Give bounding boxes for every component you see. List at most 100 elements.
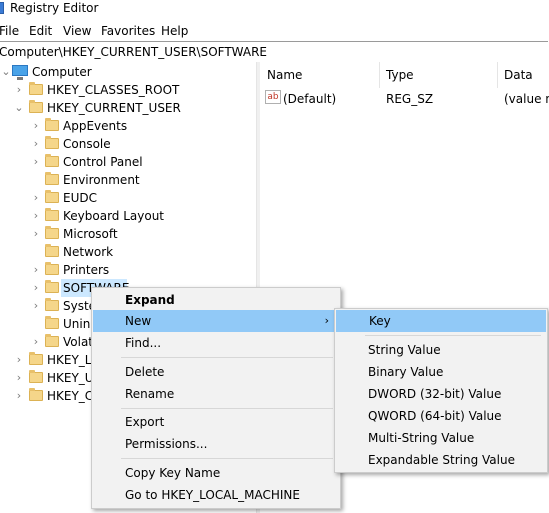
- column-divider[interactable]: [497, 62, 498, 88]
- chevron-right-icon[interactable]: ›: [31, 333, 41, 351]
- tree-label: HKEY_U: [47, 371, 94, 385]
- tree-item-network[interactable]: Network: [0, 243, 256, 261]
- menu-item-find[interactable]: Find...: [92, 332, 340, 354]
- tree-item-console[interactable]: › Console: [0, 135, 256, 153]
- chevron-right-icon[interactable]: ›: [14, 351, 24, 369]
- chevron-right-icon[interactable]: ›: [14, 369, 24, 387]
- menu-view[interactable]: View: [63, 22, 91, 40]
- menu-item-export[interactable]: Export: [92, 411, 340, 433]
- tree-label: Keyboard Layout: [63, 209, 165, 223]
- menu-item-delete[interactable]: Delete: [92, 361, 340, 383]
- folder-icon: [45, 334, 59, 347]
- computer-icon: [12, 65, 28, 80]
- menu-favorites[interactable]: Favorites: [101, 22, 155, 40]
- tree-label: AppEvents: [63, 119, 128, 133]
- chevron-right-icon[interactable]: ›: [31, 207, 41, 225]
- tree-item-hkcu[interactable]: ⌄ HKEY_CURRENT_USER: [0, 99, 256, 117]
- tree-label: Printers: [63, 263, 110, 277]
- folder-icon: [29, 370, 43, 383]
- folder-icon: [45, 136, 59, 149]
- chevron-right-icon[interactable]: ›: [31, 261, 41, 279]
- menu-item-new-string-value[interactable]: String Value: [335, 339, 547, 361]
- tree-label: Environment: [63, 173, 140, 187]
- tree-label: Console: [63, 137, 111, 151]
- value-type: REG_SZ: [386, 92, 434, 106]
- window-title: Registry Editor: [10, 1, 99, 15]
- menu-edit[interactable]: Edit: [29, 22, 52, 40]
- folder-open-icon: [29, 100, 43, 113]
- folder-icon: [29, 352, 43, 365]
- context-menu: Expand New › Find... Delete Rename Expor…: [91, 287, 341, 509]
- menu-item-new-key[interactable]: Key: [336, 310, 546, 332]
- folder-icon: [45, 316, 59, 329]
- value-data: (value no: [504, 92, 549, 106]
- chevron-right-icon[interactable]: ›: [31, 189, 41, 207]
- folder-icon: [45, 280, 59, 293]
- column-header-name[interactable]: Name: [267, 67, 302, 83]
- menu-item-expand[interactable]: Expand: [92, 289, 340, 311]
- folder-icon: [29, 82, 43, 95]
- tree-item-printers[interactable]: › Printers: [0, 261, 256, 279]
- tree-label: Computer: [32, 65, 92, 79]
- menu-item-goto-hklm[interactable]: Go to HKEY_LOCAL_MACHINE: [92, 484, 340, 506]
- folder-icon: [29, 388, 43, 401]
- menu-item-permissions[interactable]: Permissions...: [92, 433, 340, 455]
- tree-label: Volat: [63, 335, 94, 349]
- tree-item-computer[interactable]: ⌄ Computer: [0, 63, 256, 81]
- folder-icon: [45, 208, 59, 221]
- new-submenu: Key String Value Binary Value DWORD (32-…: [334, 308, 548, 473]
- menu-separator: [365, 335, 541, 336]
- menu-file[interactable]: File: [0, 22, 19, 40]
- chevron-right-icon[interactable]: ›: [31, 117, 41, 135]
- tree-item-appevents[interactable]: › AppEvents: [0, 117, 256, 135]
- tree-item-control-panel[interactable]: › Control Panel: [0, 153, 256, 171]
- chevron-right-icon[interactable]: ›: [14, 81, 24, 99]
- folder-icon: [45, 244, 59, 257]
- folder-icon: [45, 172, 59, 185]
- folder-icon: [45, 118, 59, 131]
- menu-separator: [121, 408, 333, 409]
- column-header-data[interactable]: Data: [504, 67, 533, 83]
- chevron-right-icon[interactable]: ›: [31, 153, 41, 171]
- folder-icon: [45, 298, 59, 311]
- string-value-icon: ab: [265, 90, 281, 104]
- chevron-down-icon[interactable]: ⌄: [14, 99, 24, 117]
- tree-label: Microsoft: [63, 227, 118, 241]
- menu-separator: [121, 357, 333, 358]
- chevron-right-icon[interactable]: ›: [31, 135, 41, 153]
- value-name: (Default): [283, 92, 337, 106]
- folder-icon: [45, 262, 59, 275]
- chevron-right-icon[interactable]: ›: [31, 225, 41, 243]
- folder-icon: [45, 226, 59, 239]
- menu-item-new-multi-string-value[interactable]: Multi-String Value: [335, 427, 547, 449]
- menu-item-new[interactable]: New ›: [93, 310, 339, 332]
- tree-item-keyboard-layout[interactable]: › Keyboard Layout: [0, 207, 256, 225]
- menu-item-new-expandable-string-value[interactable]: Expandable String Value: [335, 449, 547, 471]
- chevron-right-icon[interactable]: ›: [31, 279, 41, 297]
- tree-item-eudc[interactable]: › EUDC: [0, 189, 256, 207]
- menu-item-new-dword-value[interactable]: DWORD (32-bit) Value: [335, 383, 547, 405]
- tree-item-microsoft[interactable]: › Microsoft: [0, 225, 256, 243]
- menu-item-new-binary-value[interactable]: Binary Value: [335, 361, 547, 383]
- tree-item-environment[interactable]: Environment: [0, 171, 256, 189]
- address-path[interactable]: Computer\HKEY_CURRENT_USER\SOFTWARE: [0, 43, 267, 61]
- title-bar: Registry Editor: [0, 0, 549, 20]
- address-bar[interactable]: Computer\HKEY_CURRENT_USER\SOFTWARE: [0, 41, 548, 63]
- folder-icon: [45, 154, 59, 167]
- menu-help[interactable]: Help: [161, 22, 188, 40]
- registry-app-icon: [0, 2, 4, 14]
- chevron-right-icon[interactable]: ›: [31, 297, 41, 315]
- chevron-right-icon[interactable]: ›: [14, 387, 24, 405]
- tree-label: EUDC: [63, 191, 97, 205]
- tree-label: HKEY_C: [47, 389, 94, 403]
- chevron-down-icon[interactable]: ⌄: [1, 63, 11, 81]
- tree-item-hkcr[interactable]: › HKEY_CLASSES_ROOT: [0, 81, 256, 99]
- tree-label: HKEY_CLASSES_ROOT: [47, 83, 180, 97]
- menu-item-rename[interactable]: Rename: [92, 383, 340, 405]
- menu-item-new-qword-value[interactable]: QWORD (64-bit) Value: [335, 405, 547, 427]
- column-header-type[interactable]: Type: [386, 67, 414, 83]
- tree-label: HKEY_CURRENT_USER: [47, 101, 181, 115]
- chevron-right-icon: ›: [324, 314, 329, 327]
- menu-item-copy-key-name[interactable]: Copy Key Name: [92, 462, 340, 484]
- column-divider[interactable]: [379, 62, 380, 88]
